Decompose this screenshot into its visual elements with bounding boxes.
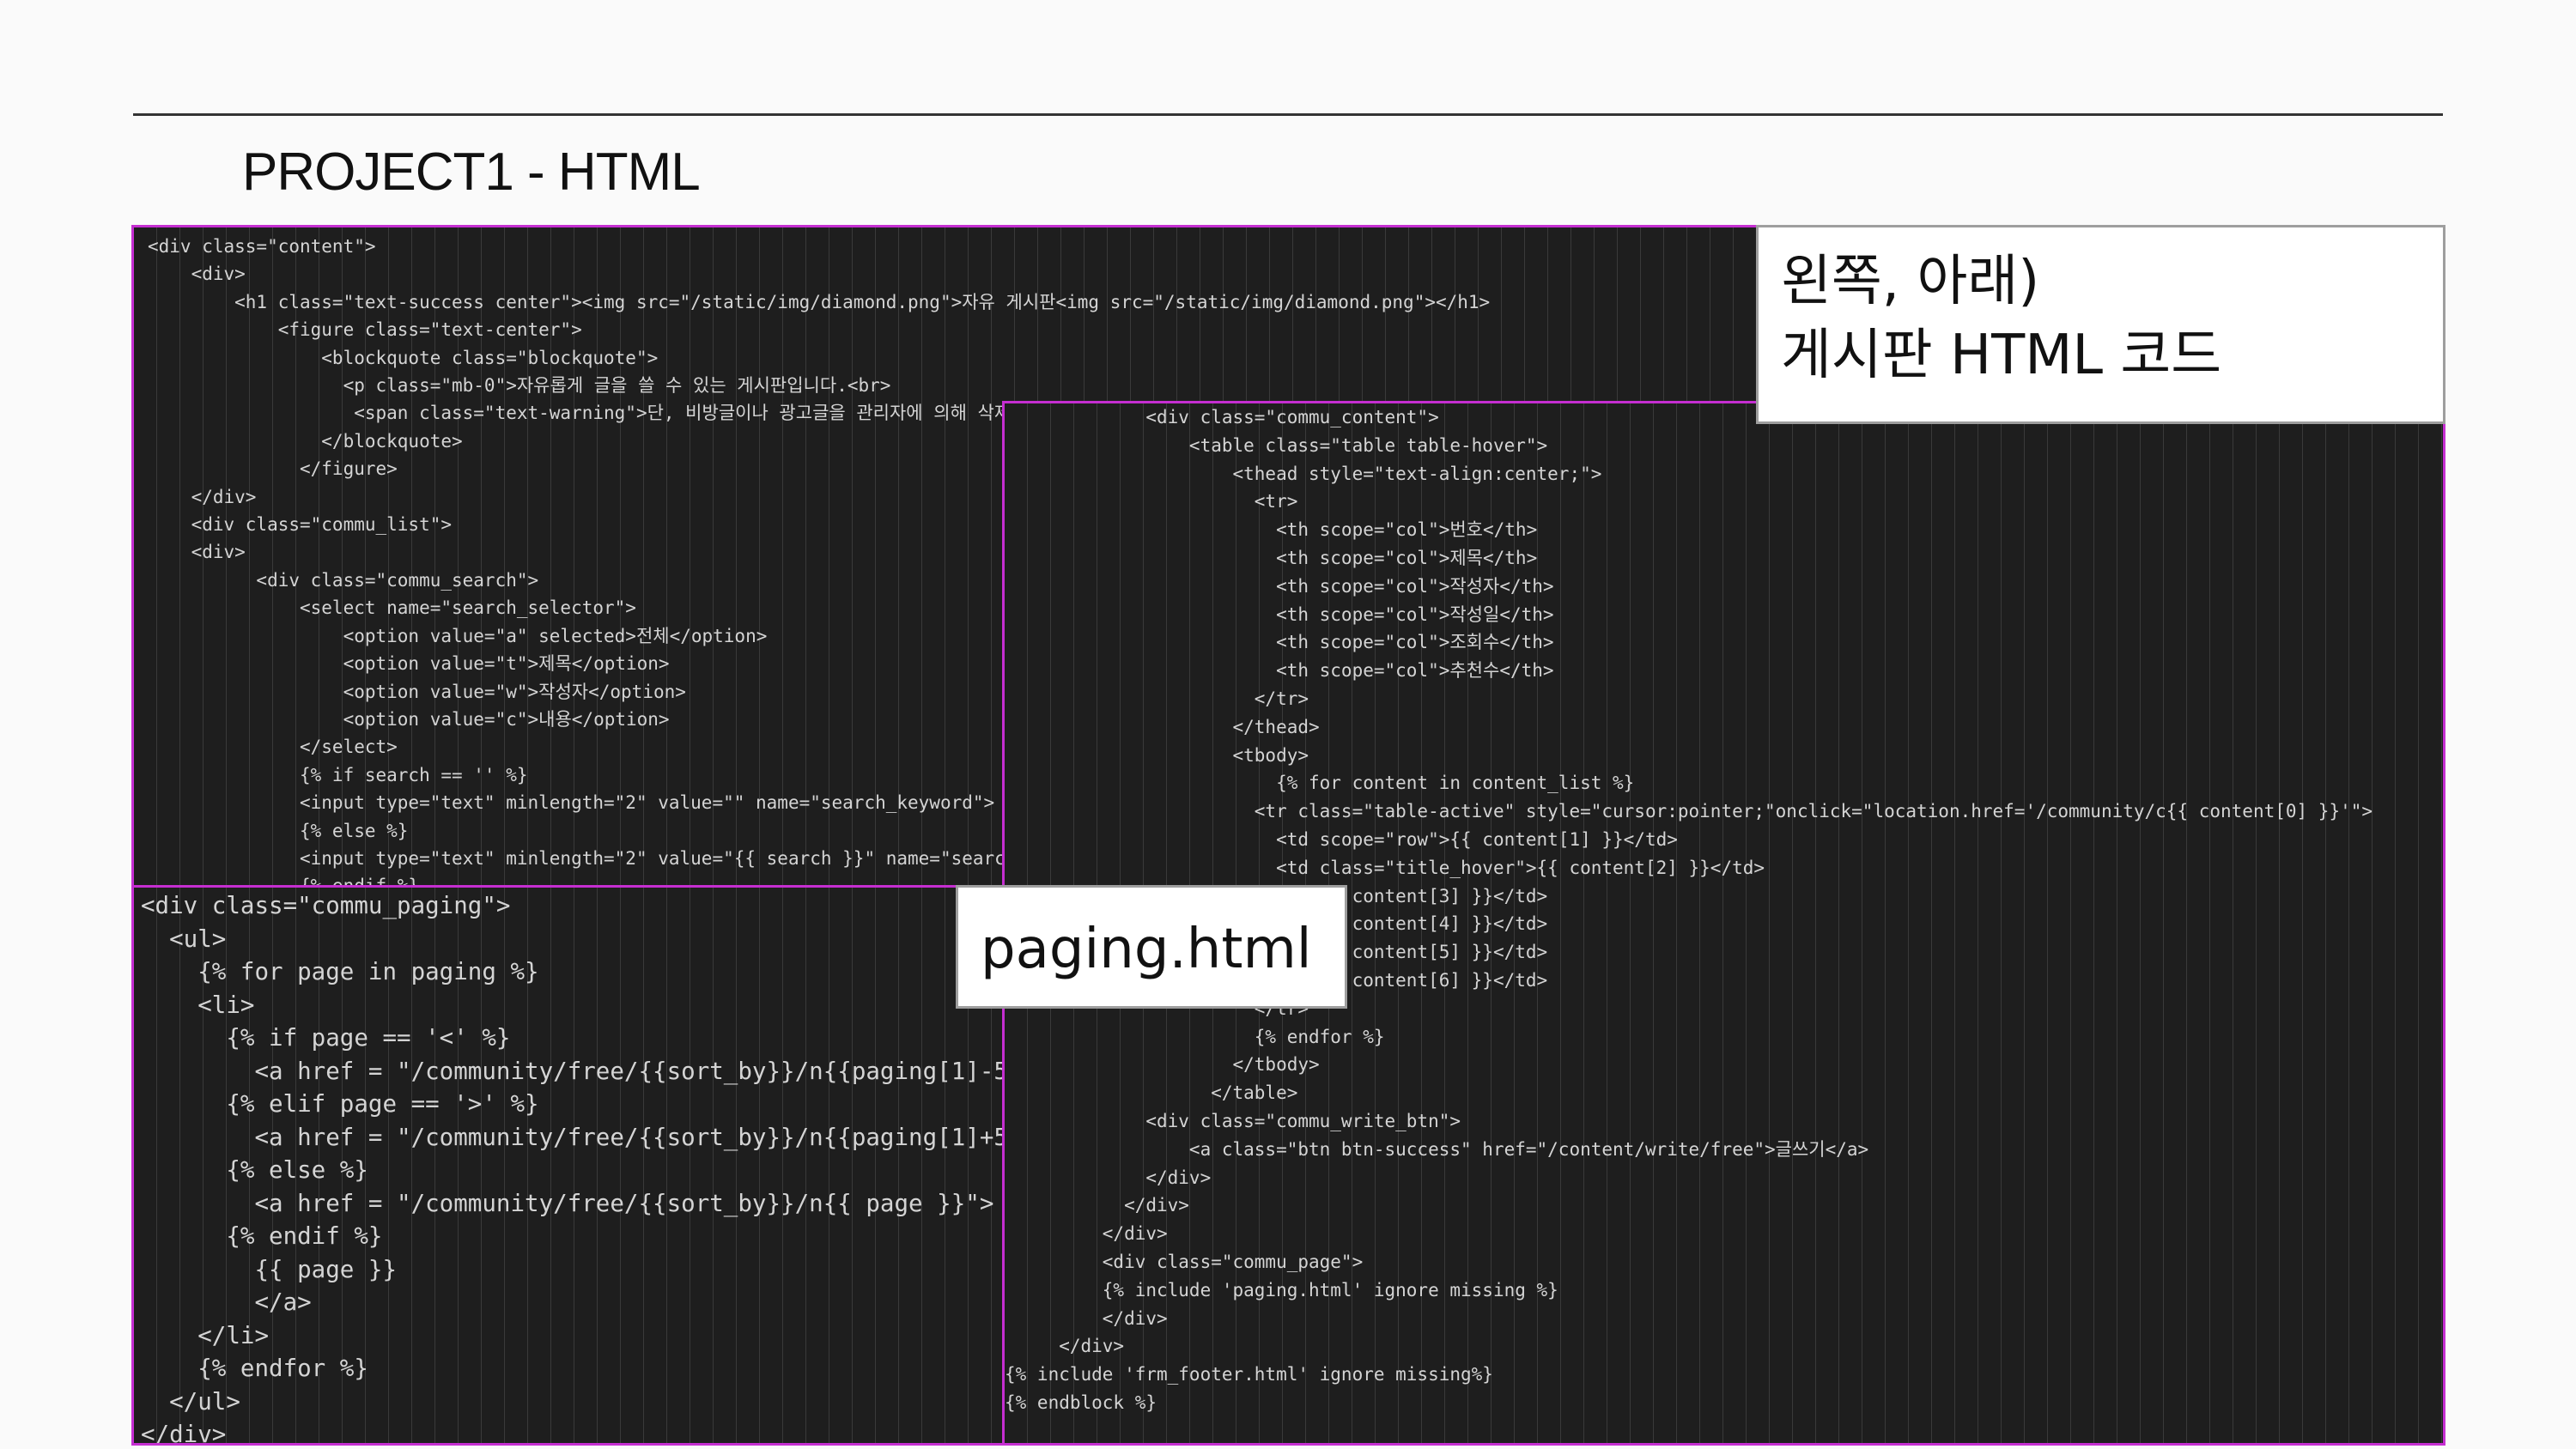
- code-line: <th scope="col">번호</th>: [1005, 519, 1538, 541]
- caption-line: 왼쪽, 아래): [1781, 250, 2040, 313]
- code-line: <div class="commu_page">: [1005, 1251, 1364, 1272]
- code-line: {{ page }}: [141, 1255, 398, 1283]
- code-line: <a href = "/community/free/{{sort_by}}/n…: [141, 1057, 1009, 1085]
- code-line: {% endfor %}: [1005, 1026, 1385, 1047]
- code-line: <a href = "/community/free/{{sort_by}}/n…: [141, 1189, 994, 1217]
- code-line: <th scope="col">추천수</th>: [1005, 660, 1554, 682]
- code-block: <div class="commu_paging"> <ul> {% for p…: [134, 888, 1009, 1446]
- code-line: </table>: [1005, 1082, 1298, 1104]
- code-line: <a href = "/community/free/{{sort_by}}/n…: [141, 1123, 1009, 1151]
- code-line: {% for page in paging %}: [141, 958, 539, 985]
- code-line: {% elif page == '>' %}: [141, 1090, 539, 1118]
- code-line: <div class="commu_paging">: [141, 892, 511, 919]
- code-panel-paging-template: <div class="commu_paging"> <ul> {% for p…: [131, 885, 1009, 1446]
- code-line: {% else %}: [141, 1156, 368, 1184]
- code-line: <li>: [141, 991, 255, 1019]
- slide-title: PROJECT1 - HTML: [242, 142, 701, 202]
- title-divider: [133, 113, 2443, 116]
- code-line: {% if page == '<' %}: [141, 1024, 511, 1052]
- code-line: <tr class="table-active" style="cursor:p…: [1005, 801, 2373, 822]
- code-line: <th scope="col">작성일</th>: [1005, 603, 1554, 625]
- code-line: </thead>: [1005, 716, 1320, 737]
- code-line: <ul>: [141, 925, 227, 953]
- code-line: <th scope="col">제목</th>: [1005, 547, 1538, 568]
- code-line: {% include 'frm_footer.html' ignore miss…: [1005, 1364, 1493, 1385]
- code-line: </div>: [1005, 1223, 1168, 1245]
- code-line: <figure class="text-center">: [148, 319, 582, 341]
- caption-board-html: 왼쪽, 아래) 게시판 HTML 코드: [1756, 225, 2445, 424]
- code-line: </div>: [141, 1421, 227, 1446]
- code-line: {% endfor %}: [141, 1355, 368, 1382]
- code-line: {% endblock %}: [1005, 1391, 1157, 1413]
- code-line: <thead style="text-align:center;">: [1005, 463, 1602, 484]
- code-line: <div class="content">: [148, 236, 376, 257]
- code-line: </div>: [1005, 1195, 1189, 1216]
- caption-paging-html: paging.html: [956, 885, 1347, 1009]
- code-line: </div>: [1005, 1167, 1212, 1188]
- code-line: <th scope="col">조회수</th>: [1005, 632, 1554, 653]
- code-line: <th scope="col">작성자</th>: [1005, 575, 1554, 597]
- code-line: {% for content in content_list %}: [1005, 773, 1635, 794]
- code-line: </div>: [1005, 1307, 1168, 1329]
- code-line: </tbody>: [1005, 1054, 1320, 1076]
- code-line: <div class="commu_write_btn">: [1005, 1110, 1461, 1131]
- code-line: </div>: [1005, 1336, 1125, 1357]
- code-line: </ul>: [141, 1387, 240, 1416]
- code-line: <blockquote class="blockquote">: [148, 347, 659, 368]
- code-line: <tbody>: [1005, 744, 1309, 766]
- code-line: <p class="mb-0">자유롭게 글을 쓸 수 있는 게시판입니다.<b…: [148, 375, 891, 397]
- code-line: <table class="table table-hover">: [1005, 434, 1548, 456]
- code-line: </tr>: [1005, 688, 1309, 709]
- code-line: {% endif %}: [141, 1222, 383, 1250]
- caption-line: 게시판 HTML 코드: [1781, 324, 2222, 387]
- code-line: </li>: [141, 1321, 270, 1349]
- code-line: {% include 'paging.html' ignore missing …: [1005, 1279, 1558, 1300]
- code-line: <td class="title_hover">{{ content[2] }}…: [1005, 857, 1765, 878]
- code-line: <h1 class="text-success center"><img src…: [148, 291, 1491, 312]
- code-line: <td scope="row">{{ content[1] }}</td>: [1005, 828, 1678, 850]
- code-line: <a class="btn btn-success" href="/conten…: [1005, 1138, 1869, 1160]
- code-line: <tr>: [1005, 491, 1298, 512]
- code-line: <div>: [148, 264, 246, 285]
- code-line: </a>: [141, 1288, 312, 1316]
- caption-line: paging.html: [981, 918, 1312, 981]
